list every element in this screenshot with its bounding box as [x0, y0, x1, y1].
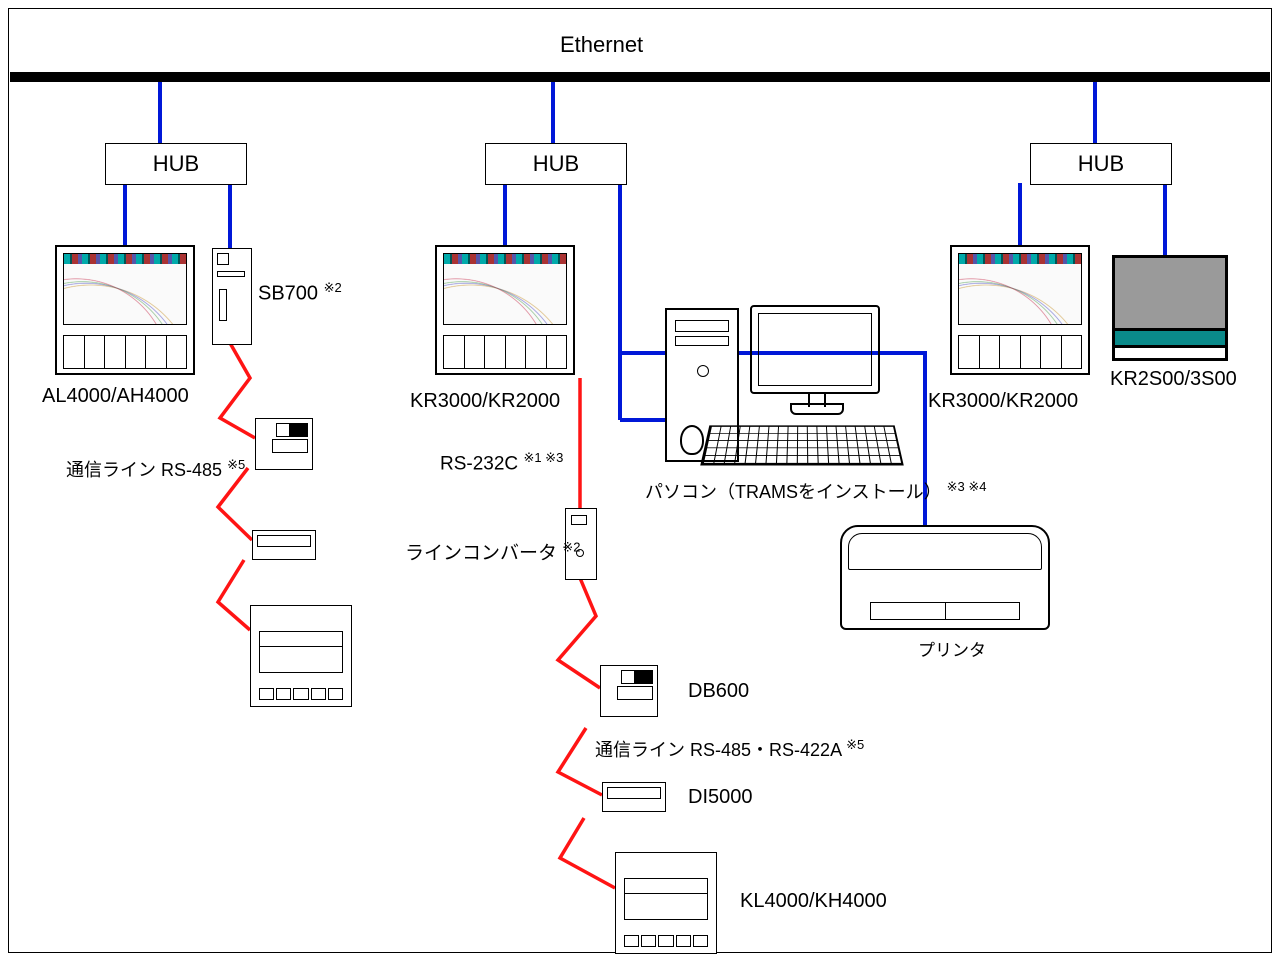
- meter-1: [255, 418, 313, 470]
- kr2s-label: KR2S00/3S00: [1110, 368, 1237, 391]
- kr3000-left-device: [435, 245, 575, 375]
- kr2s-device: [1112, 255, 1228, 361]
- db600-device: [600, 665, 658, 717]
- sb700-device: [212, 248, 252, 345]
- diagram-stage: Ethernet: [0, 0, 1280, 960]
- kl4000-label: KL4000/KH4000: [740, 890, 887, 913]
- hub-1-label: HUB: [153, 151, 199, 177]
- al4000-label: AL4000/AH4000: [42, 385, 189, 408]
- pc-label: パソコン（TRAMSをインストール） ※3 ※4: [645, 478, 987, 504]
- di5000-label: DI5000: [688, 786, 753, 809]
- printer-label: プリンタ: [918, 636, 986, 661]
- db600-label: DB600: [688, 680, 749, 703]
- kr3000-right-label: KR3000/KR2000: [928, 390, 1078, 413]
- hub-3-label: HUB: [1078, 151, 1124, 177]
- line-converter-label: ラインコンバータ ※2: [405, 538, 580, 565]
- chart-recorder-1: [250, 605, 352, 707]
- kl4000-device: [615, 852, 717, 954]
- sb700-label: SB700 ※2: [258, 280, 342, 306]
- rs485-line-label: 通信ライン RS-485 ※5: [66, 456, 245, 482]
- hub-3: HUB: [1030, 143, 1172, 185]
- printer-device: [840, 525, 1050, 630]
- rs485-422-label: 通信ライン RS-485・RS-422A ※5: [595, 736, 864, 762]
- pc-mouse: [680, 425, 704, 455]
- di5000-device: [602, 782, 666, 812]
- kr3000-right-device: [950, 245, 1090, 375]
- pc-monitor: [750, 305, 880, 415]
- al4000-device: [55, 245, 195, 375]
- hub-2-label: HUB: [533, 151, 579, 177]
- pc-keyboard: [700, 425, 904, 465]
- hub-2: HUB: [485, 143, 627, 185]
- hub-1: HUB: [105, 143, 247, 185]
- kr3000-left-label: KR3000/KR2000: [410, 390, 560, 413]
- rs232c-label: RS-232C ※1 ※3: [440, 450, 563, 475]
- panel-meter-1: [252, 530, 316, 560]
